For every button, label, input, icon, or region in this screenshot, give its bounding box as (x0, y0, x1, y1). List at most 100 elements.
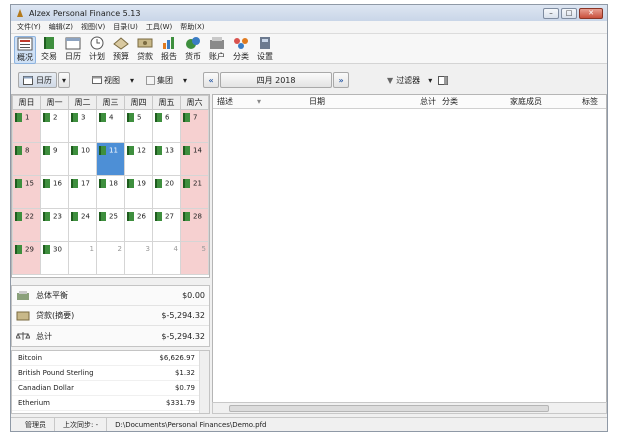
calendar-day[interactable]: 5 (124, 109, 153, 143)
horizontal-scrollbar[interactable] (212, 402, 607, 414)
book-icon (43, 179, 50, 188)
calendar-day-next-month[interactable]: 1 (68, 241, 97, 275)
calendar-grid: 周日 周一 周二 周三 周四 周五 周六 1 2 3 4 5 6 7 8 9 1… (11, 94, 210, 278)
calendar-day[interactable]: 1 (12, 109, 41, 143)
toolbar-settings-button[interactable]: 设置 (254, 36, 276, 62)
menu-catalog[interactable]: 目录(U) (113, 22, 138, 32)
calendar-day[interactable]: 24 (68, 208, 97, 242)
toolbar-overview-button[interactable]: 概况 (14, 36, 36, 64)
currency-row[interactable]: British Pound Sterling $1.32 (12, 366, 209, 381)
calendar-view-dropdown[interactable]: ▾ (58, 72, 70, 88)
column-header-family-member[interactable]: 家庭成员 (510, 96, 542, 107)
calendar-day[interactable]: 10 (68, 142, 97, 176)
summary-row[interactable]: 贷款(摘要) $-5,294.32 (12, 306, 209, 326)
calendar-day[interactable]: 29 (12, 241, 41, 275)
calendar-day[interactable]: 27 (152, 208, 181, 242)
book-icon (155, 146, 162, 155)
day-number: 11 (109, 146, 118, 155)
calendar-day[interactable]: 15 (12, 175, 41, 209)
currency-row[interactable]: Canadian Dollar $0.79 (12, 381, 209, 396)
toolbar-calendar-button[interactable]: 日历 (62, 36, 84, 62)
currency-row[interactable]: Bitcoin $6,626.97 (12, 351, 209, 366)
calendar-day[interactable]: 7 (180, 109, 209, 143)
calendar-day[interactable]: 2 (40, 109, 69, 143)
toolbar-plan-button[interactable]: 计划 (86, 36, 108, 62)
maximize-button[interactable]: □ (561, 7, 577, 19)
calendar-day[interactable]: 6 (152, 109, 181, 143)
day-number: 19 (137, 179, 146, 188)
calendar-day[interactable]: 13 (152, 142, 181, 176)
filter-menu-button[interactable]: ▼ 过滤器 ▾ (387, 75, 432, 86)
toolbar-transactions-button[interactable]: 交易 (38, 36, 60, 62)
calendar-day[interactable]: 21 (180, 175, 209, 209)
toolbar-account-button[interactable]: 账户 (206, 36, 228, 62)
view-menu-label: 视图 (104, 75, 120, 85)
toolbar-loan-button[interactable]: 贷款 (134, 36, 156, 62)
calendar-day-selected[interactable]: 11 (96, 142, 125, 176)
calendar-day[interactable]: 23 (40, 208, 69, 242)
calendar-day-next-month[interactable]: 4 (152, 241, 181, 275)
calendar-day[interactable]: 30 (40, 241, 69, 275)
next-month-button[interactable]: » (333, 72, 350, 88)
prev-month-button[interactable]: « (203, 72, 220, 88)
currency-row[interactable]: Etherium $331.79 (12, 396, 209, 411)
calendar-day[interactable]: 4 (96, 109, 125, 143)
calendar-day-next-month[interactable]: 2 (96, 241, 125, 275)
calendar-day[interactable]: 16 (40, 175, 69, 209)
report-icon (163, 37, 174, 49)
menu-help[interactable]: 帮助(X) (180, 22, 204, 32)
summary-row[interactable]: 总计 $-5,294.32 (12, 326, 209, 346)
calendar-day[interactable]: 18 (96, 175, 125, 209)
column-header-total[interactable]: 总计 (420, 96, 436, 107)
calendar-day[interactable]: 17 (68, 175, 97, 209)
calendar-day[interactable]: 19 (124, 175, 153, 209)
loan-icon (16, 311, 30, 320)
calendar-day[interactable]: 25 (96, 208, 125, 242)
calendar-day[interactable]: 14 (180, 142, 209, 176)
currency-rate: $6,626.97 (159, 354, 195, 362)
calendar-day[interactable]: 9 (40, 142, 69, 176)
day-number: 29 (25, 245, 34, 254)
toolbar-budget-button[interactable]: 预算 (110, 36, 132, 62)
summary-row[interactable]: 总体平衡 $0.00 (12, 286, 209, 306)
toolbar-category-button[interactable]: 分类 (230, 36, 252, 62)
column-header-date[interactable]: 日期 (309, 96, 325, 107)
transaction-list: 描述 ▾ 日期 总计 分类 家庭成员 标签 (212, 94, 607, 414)
menu-view[interactable]: 视图(V) (81, 22, 105, 32)
toolbar-currency-button[interactable]: 货币 (182, 36, 204, 62)
day-number: 21 (193, 179, 202, 188)
scrollbar-thumb[interactable] (229, 405, 549, 412)
calendar-day[interactable]: 28 (180, 208, 209, 242)
group-menu-button[interactable]: 集团 ▾ (146, 75, 187, 86)
panel-toggle-icon[interactable] (438, 75, 449, 85)
column-header-description[interactable]: 描述 (217, 96, 233, 107)
calendar-day[interactable]: 20 (152, 175, 181, 209)
calendar-day[interactable]: 3 (68, 109, 97, 143)
month-selector[interactable]: 四月 2018 (220, 72, 333, 88)
balance-summary: 总体平衡 $0.00 贷款(摘要) $-5,294.32 总计 $-5,294.… (11, 285, 210, 347)
status-last-sync: 上次同步: - (55, 418, 108, 431)
close-button[interactable]: ✕ (579, 7, 603, 19)
calendar-day[interactable]: 26 (124, 208, 153, 242)
calendar-day-next-month[interactable]: 3 (124, 241, 153, 275)
plan-icon (90, 36, 104, 50)
view-menu-button[interactable]: 视图 ▾ (92, 75, 134, 86)
toolbar-label: 货币 (185, 52, 201, 61)
column-header-tags[interactable]: 标签 (582, 96, 598, 107)
calendar-view-button[interactable]: 日历 (18, 72, 57, 88)
calendar-day[interactable]: 8 (12, 142, 41, 176)
currency-list-scrollbar[interactable] (199, 351, 209, 413)
calendar-day-next-month[interactable]: 5 (180, 241, 209, 275)
calendar-day[interactable]: 22 (12, 208, 41, 242)
menu-file[interactable]: 文件(Y) (17, 22, 41, 32)
calendar-day[interactable]: 12 (124, 142, 153, 176)
weekday-header: 周五 (152, 95, 181, 110)
day-number: 4 (173, 245, 178, 253)
book-icon (15, 179, 22, 188)
minimize-button[interactable]: – (543, 7, 559, 19)
toolbar-report-button[interactable]: 报告 (158, 36, 180, 62)
column-header-category[interactable]: 分类 (442, 96, 458, 107)
menu-tools[interactable]: 工具(W) (146, 22, 172, 32)
menu-edit[interactable]: 编辑(Z) (49, 22, 73, 32)
currency-name: Etherium (18, 399, 50, 407)
